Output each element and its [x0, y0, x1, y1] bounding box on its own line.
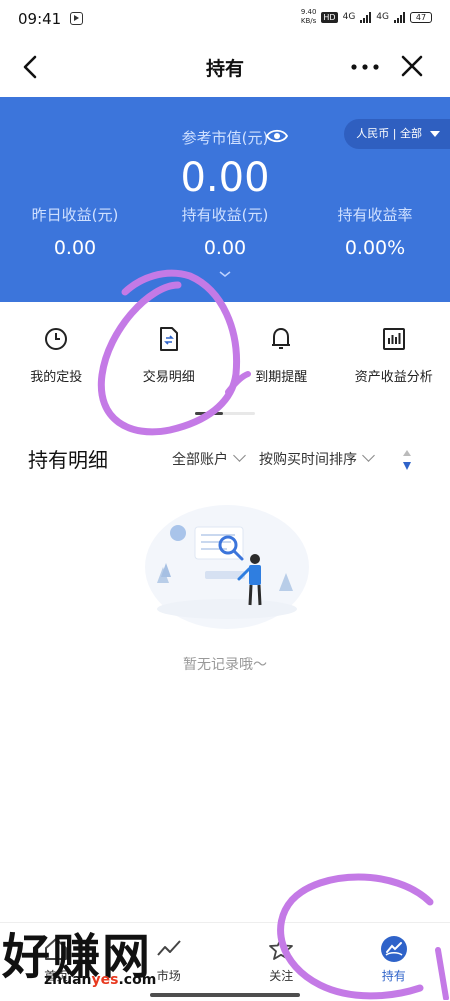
status-indicators: 9.40KB/s HD 4G 4G 47 [301, 8, 432, 26]
stat-profit-rate: 持有收益率 0.00% [300, 204, 450, 259]
eye-icon[interactable] [266, 127, 288, 145]
stat-value: 0.00 [150, 237, 300, 259]
holdings-summary-panel: 参考市值(元) 人民币 | 全部 0.00 昨日收益(元) 0.00 持有收益(… [0, 97, 450, 302]
tab-watchlist[interactable]: 关注 [225, 923, 338, 1001]
total-market-value: 0.00 [0, 155, 450, 201]
stat-label: 持有收益率 [300, 204, 450, 225]
action-label: 到期提醒 [225, 366, 338, 385]
status-time: 09:41 [18, 10, 61, 28]
chevron-down-icon [233, 449, 246, 462]
holdings-details-title: 持有明细 [28, 444, 108, 473]
chevron-down-icon [362, 449, 375, 462]
page-title: 持有 [0, 54, 450, 81]
media-notification-icon [70, 12, 83, 25]
bar-chart-icon [382, 326, 406, 352]
stat-value: 0.00 [0, 237, 150, 259]
market-icon [155, 935, 183, 963]
tab-market[interactable]: 市场 [113, 923, 226, 1001]
clock-icon [44, 326, 68, 352]
tab-label: 市场 [113, 967, 226, 984]
action-label: 我的定投 [0, 366, 113, 385]
battery-icon: 47 [410, 12, 432, 23]
stat-yesterday: 昨日收益(元) 0.00 [0, 204, 150, 259]
holdings-icon [380, 935, 408, 963]
tab-label: 关注 [225, 967, 338, 984]
tab-holdings[interactable]: 持有 [338, 923, 450, 1001]
home-icon [42, 935, 70, 963]
action-transaction-details[interactable]: 交易明细 [113, 302, 226, 412]
network-speed: 9.40KB/s [301, 8, 317, 26]
tab-home[interactable]: 首页 [0, 923, 113, 1001]
status-bar: 09:41 9.40KB/s HD 4G 4G 47 [0, 0, 450, 40]
network-label-2: 4G [376, 12, 389, 22]
chevron-down-icon[interactable] [218, 269, 232, 279]
action-my-investment-plan[interactable]: 我的定投 [0, 302, 113, 412]
action-maturity-reminder[interactable]: 到期提醒 [225, 302, 338, 412]
sort-filter-label: 按购买时间排序 [259, 452, 357, 468]
network-label-1: 4G [343, 12, 356, 22]
stat-label: 昨日收益(元) [0, 204, 150, 225]
tab-label: 持有 [338, 967, 450, 984]
action-asset-analysis[interactable]: 资产收益分析 [338, 302, 450, 412]
sort-dropdown[interactable]: 按购买时间排序 [259, 449, 373, 469]
nav-bar: 持有 [0, 40, 450, 96]
signal-icon-2 [394, 12, 405, 23]
hd-badge: HD [321, 12, 337, 23]
stat-value: 0.00% [300, 237, 450, 259]
star-icon [267, 935, 295, 963]
stat-holding-profit: 持有收益(元) 0.00 [150, 204, 300, 259]
bell-icon [269, 326, 293, 352]
account-filter-label: 全部账户 [172, 452, 228, 468]
home-indicator [150, 993, 300, 997]
close-icon[interactable] [400, 54, 424, 78]
signal-icon [360, 12, 371, 23]
currency-filter-button[interactable]: 人民币 | 全部 [344, 119, 450, 149]
document-icon [157, 326, 181, 352]
tab-label: 首页 [0, 967, 113, 984]
more-dots-icon[interactable] [350, 56, 380, 78]
quick-actions: 我的定投 交易明细 到期提醒 资产收益分析 [0, 302, 450, 412]
account-filter-dropdown[interactable]: 全部账户 [172, 449, 244, 469]
action-label: 交易明细 [113, 366, 226, 385]
sort-toggle-icon[interactable] [398, 448, 416, 472]
empty-state-illustration [135, 487, 320, 632]
action-label: 资产收益分析 [338, 366, 450, 385]
empty-state-text: 暂无记录哦～ [0, 654, 450, 674]
stat-label: 持有收益(元) [150, 204, 300, 225]
bottom-tab-bar: 首页 市场 关注 持有 [0, 922, 450, 1001]
actions-scroll-indicator [195, 412, 255, 415]
